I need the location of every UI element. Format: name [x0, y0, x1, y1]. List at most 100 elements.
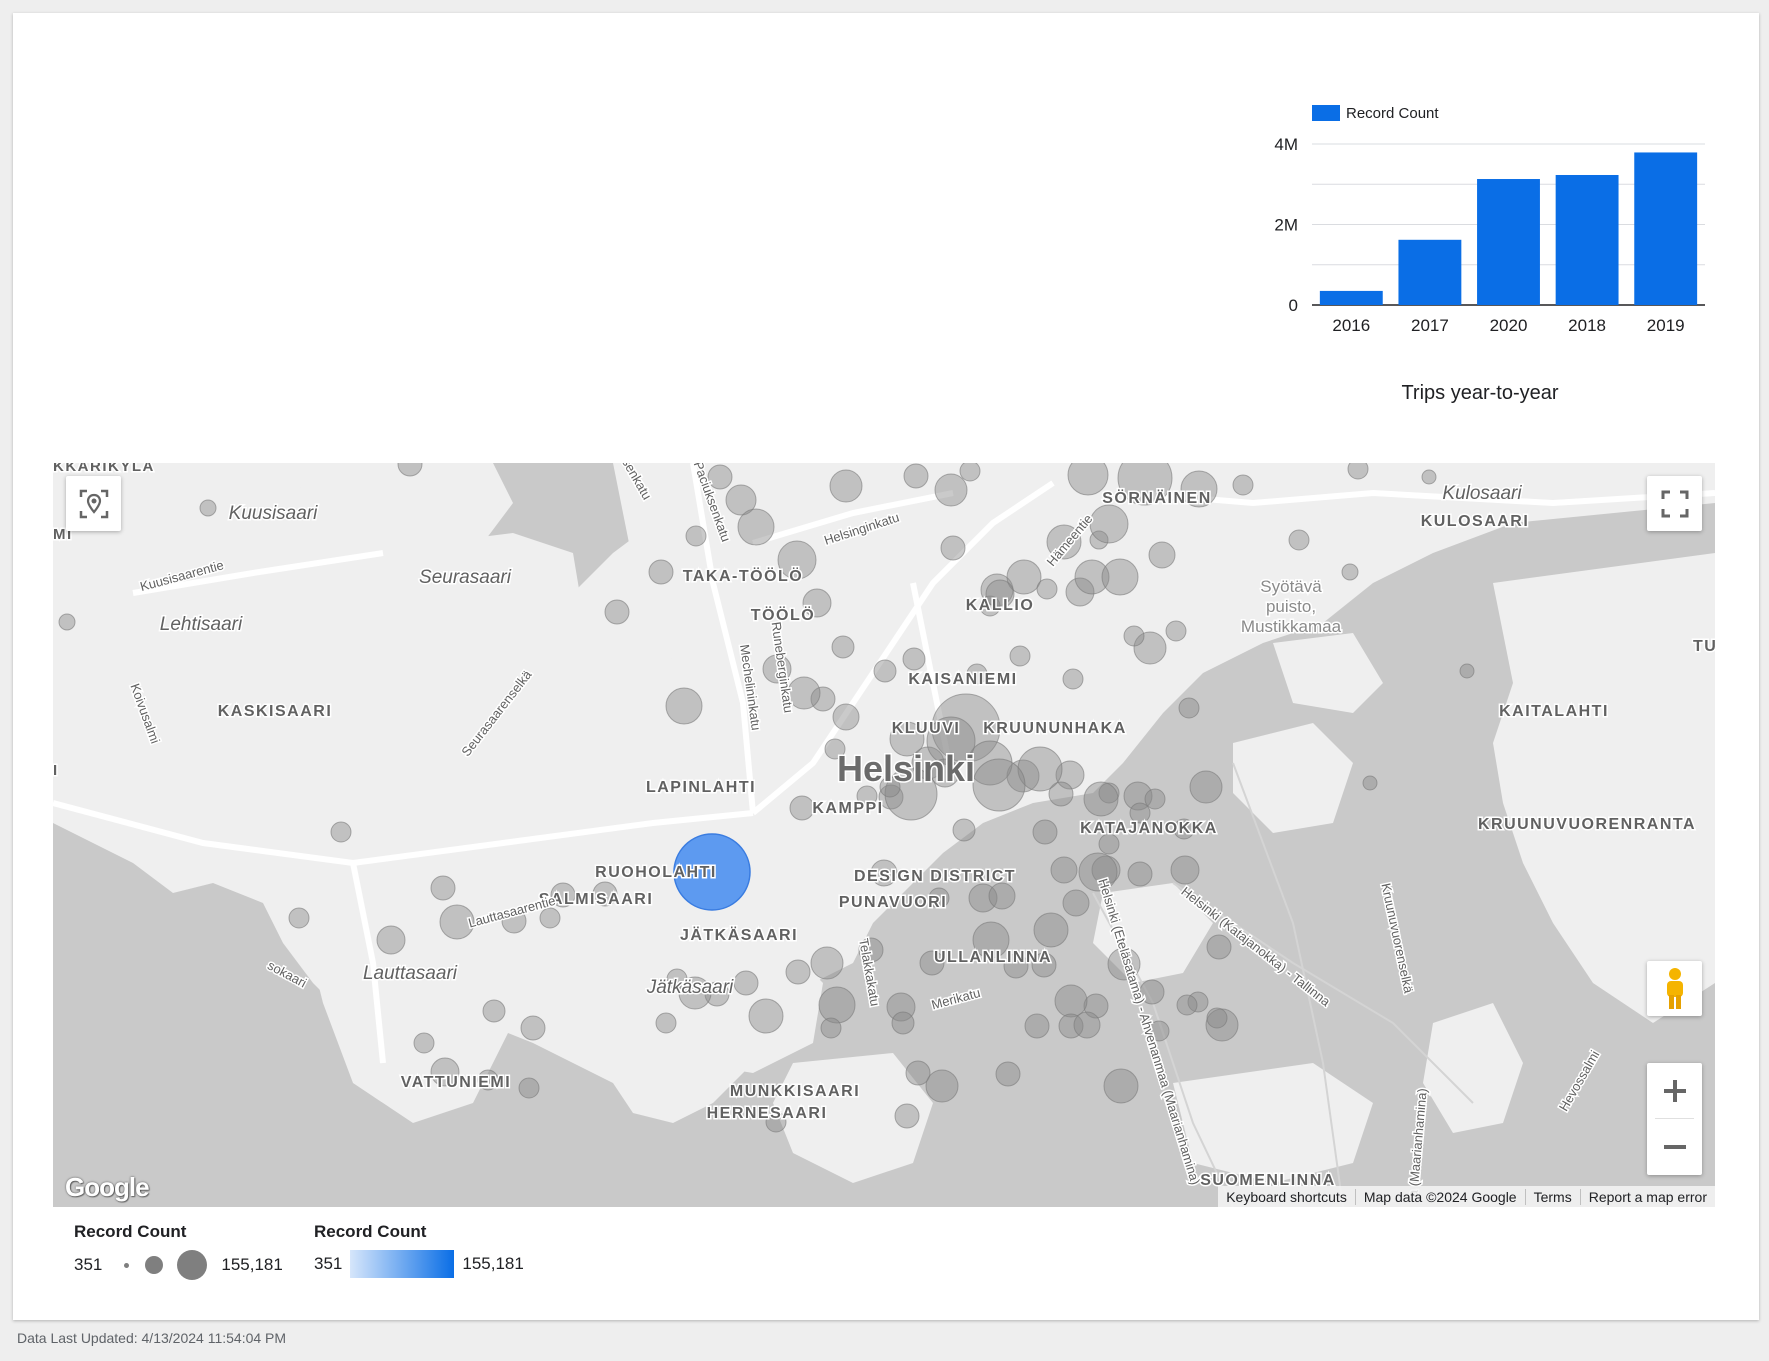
station-bubble[interactable] [891, 1011, 915, 1035]
zoom-out-button[interactable] [1647, 1119, 1702, 1174]
station-bubble[interactable] [1103, 1068, 1139, 1104]
station-bubble[interactable] [903, 463, 929, 489]
station-bubble[interactable] [1123, 625, 1145, 647]
station-bubble[interactable] [1347, 463, 1369, 480]
fullscreen-icon [1661, 490, 1688, 517]
station-bubble[interactable] [655, 1012, 677, 1034]
station-bubble[interactable] [1083, 781, 1119, 817]
station-bubble[interactable] [1098, 833, 1120, 855]
map-label-syotava: Syötävä [1260, 577, 1322, 596]
station-bubble[interactable] [1127, 861, 1153, 887]
station-bubble[interactable] [604, 599, 630, 625]
fullscreen-button[interactable] [1647, 476, 1702, 531]
station-bubble[interactable] [1459, 663, 1475, 679]
station-bubble[interactable] [873, 659, 897, 683]
size-legend: Record Count 351 155,181 [74, 1222, 283, 1280]
station-bubble[interactable] [733, 970, 759, 996]
station-bubble[interactable] [829, 469, 863, 503]
station-bubble[interactable] [952, 818, 976, 842]
bar[interactable] [1398, 239, 1462, 305]
map-label-kaskisaari: KASKISAARI [218, 703, 333, 720]
map-label-kuusisaari: Kuusisaari [229, 503, 318, 524]
station-bubble[interactable] [1050, 856, 1078, 884]
land-areas [53, 463, 1715, 1183]
bar[interactable] [1477, 179, 1540, 305]
station-bubble[interactable] [58, 613, 76, 631]
station-bubble[interactable] [789, 795, 815, 821]
station-bubble[interactable] [1073, 1011, 1101, 1039]
station-bubble[interactable] [959, 463, 981, 482]
station-bubble[interactable] [748, 998, 784, 1034]
station-bubble[interactable] [988, 882, 1016, 910]
map-attribution: Keyboard shortcuts Map data ©2024 Google… [1218, 1186, 1715, 1207]
google-logo: Google [65, 1172, 150, 1202]
size-legend-max: 155,181 [221, 1255, 283, 1274]
station-bubble[interactable] [1062, 889, 1090, 917]
station-bubble[interactable] [1189, 770, 1223, 804]
map-label-kkarikyla: KKARIKYLÄ [53, 463, 155, 475]
zoom-in-button[interactable] [1647, 1063, 1702, 1118]
station-bubble[interactable] [1362, 775, 1378, 791]
station-bubble[interactable] [1024, 1013, 1050, 1039]
station-bubble[interactable] [894, 1103, 920, 1129]
station-bubble[interactable] [810, 946, 844, 980]
station-bubble[interactable] [518, 1077, 540, 1099]
map-label-sornainen: SÖRNÄINEN [1102, 488, 1212, 507]
bar[interactable] [1555, 174, 1619, 305]
station-bubble[interactable] [820, 1017, 842, 1039]
station-bubble[interactable] [1341, 563, 1359, 581]
keyboard-shortcuts-link[interactable]: Keyboard shortcuts [1218, 1189, 1355, 1205]
bubble-map[interactable]: KKARIKYLÄ Kuusisaari Seurasaari Lehtisaari K… [53, 463, 1715, 1207]
station-bubble[interactable] [1033, 912, 1069, 948]
map-canvas[interactable]: KKARIKYLÄ Kuusisaari Seurasaari Lehtisaari K… [53, 463, 1715, 1207]
station-bubble[interactable] [1148, 541, 1176, 569]
color-gradient-bar [350, 1250, 455, 1278]
station-bubble[interactable] [430, 875, 456, 901]
station-bubble[interactable] [482, 999, 506, 1023]
trips-bar-chart[interactable]: 0 2M 4M Record Count 2016 2017 2020 2018 2019 [1240, 90, 1720, 420]
station-bubble[interactable] [737, 508, 775, 546]
station-bubble[interactable] [1232, 474, 1254, 496]
station-bubble[interactable] [330, 821, 352, 843]
station-bubble[interactable] [902, 647, 926, 671]
station-bubble[interactable] [925, 1069, 959, 1103]
station-bubble[interactable] [1206, 1007, 1228, 1029]
station-bubble[interactable] [1009, 645, 1031, 667]
station-bubble[interactable] [1206, 934, 1232, 960]
station-bubble[interactable] [1036, 578, 1058, 600]
station-bubble[interactable] [1176, 994, 1198, 1016]
station-bubble[interactable] [685, 525, 707, 547]
station-bubble[interactable] [288, 907, 310, 929]
station-bubble[interactable] [818, 986, 856, 1024]
station-bubble[interactable] [995, 1061, 1021, 1087]
station-bubble[interactable] [1032, 819, 1058, 845]
station-bubble[interactable] [940, 535, 966, 561]
station-bubble[interactable] [1170, 855, 1200, 885]
station-bubble[interactable] [1054, 984, 1088, 1018]
station-bubble[interactable] [648, 559, 674, 585]
station-bubble[interactable] [1144, 788, 1166, 810]
station-bubble[interactable] [1421, 469, 1437, 485]
station-bubble[interactable] [785, 959, 811, 985]
station-bubble[interactable] [1288, 529, 1310, 551]
station-bubble[interactable] [413, 1032, 435, 1054]
station-bubble[interactable] [832, 703, 860, 731]
report-map-error-link[interactable]: Report a map error [1579, 1188, 1715, 1205]
station-bubble[interactable] [972, 758, 1026, 812]
bar[interactable] [1634, 152, 1698, 305]
station-bubble[interactable] [199, 499, 217, 517]
station-bubble[interactable] [1101, 558, 1139, 596]
station-bubble[interactable] [520, 1015, 546, 1041]
station-bubble[interactable] [1165, 620, 1187, 642]
station-bubble[interactable] [376, 925, 406, 955]
station-bubble[interactable] [831, 635, 855, 659]
station-bubble[interactable] [665, 687, 703, 725]
station-bubble[interactable] [1089, 504, 1129, 544]
street-view-pegman[interactable] [1647, 961, 1702, 1016]
station-bubble[interactable] [1178, 697, 1200, 719]
station-bubble[interactable] [1062, 668, 1084, 690]
locate-me-button[interactable] [66, 476, 121, 531]
bar[interactable] [1319, 290, 1383, 305]
station-bubble[interactable] [934, 473, 968, 507]
terms-link[interactable]: Terms [1524, 1188, 1580, 1205]
